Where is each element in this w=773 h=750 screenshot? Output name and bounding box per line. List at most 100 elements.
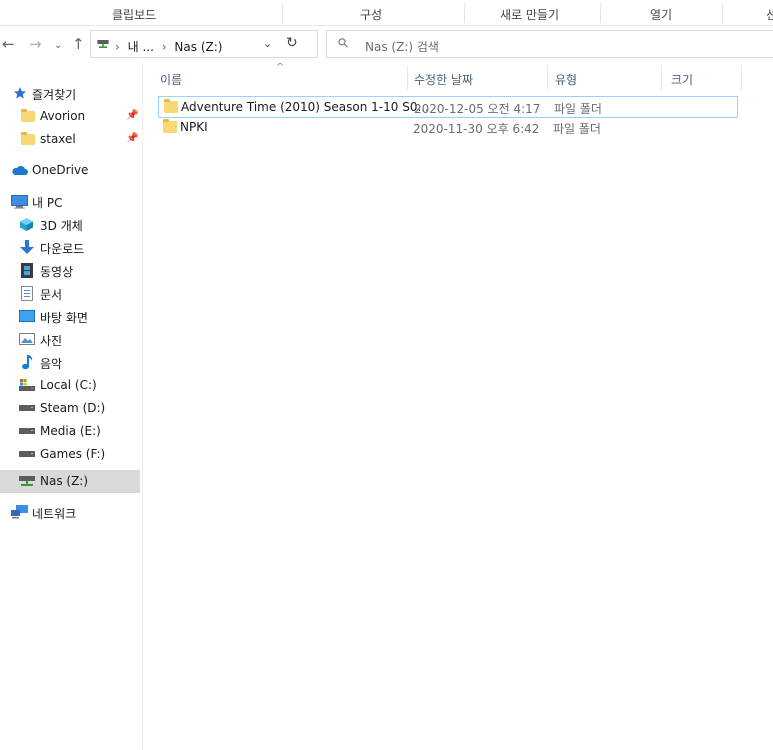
- cube-icon: [20, 218, 33, 231]
- pin-icon[interactable]: 📌: [126, 110, 138, 121]
- nav-label-videos: 동영상: [40, 265, 74, 279]
- nav-item-onedrive[interactable]: OneDrive: [0, 159, 140, 182]
- refresh-icon[interactable]: ↻: [286, 35, 298, 51]
- nav-item-avorion[interactable]: Avorion 📌: [0, 105, 140, 128]
- ribbon-separator: [464, 3, 465, 23]
- nav-item-staxel[interactable]: staxel 📌: [0, 128, 140, 151]
- column-header-modified[interactable]: 수정한 날짜: [414, 71, 473, 88]
- download-arrow-icon: [20, 240, 34, 254]
- nav-item-documents[interactable]: 문서: [0, 282, 140, 305]
- nav-label-quick-access: 즐겨찾기: [32, 88, 77, 102]
- folder-icon: [164, 99, 178, 113]
- nav-item-downloads[interactable]: 다운로드: [0, 236, 140, 259]
- network-drive-icon: [97, 40, 109, 48]
- nav-label-this-pc: 내 PC: [32, 196, 63, 210]
- computer-icon: [11, 195, 28, 209]
- nav-label-staxel: staxel: [40, 132, 76, 146]
- nav-label-onedrive: OneDrive: [32, 163, 89, 177]
- file-type: 파일 폴더: [554, 102, 602, 116]
- ribbon-bar: 클립보드 구성 새로 만들기 열기 선택: [0, 0, 773, 26]
- nav-item-pictures[interactable]: 사진: [0, 328, 140, 351]
- nav-label-pictures: 사진: [40, 334, 63, 348]
- ribbon-group-select[interactable]: 선택: [766, 6, 773, 23]
- pin-icon[interactable]: 📌: [126, 133, 138, 144]
- column-separator[interactable]: [547, 66, 548, 90]
- nav-label-documents: 문서: [40, 288, 63, 302]
- nav-item-videos[interactable]: 동영상: [0, 259, 140, 282]
- column-separator[interactable]: [407, 66, 408, 90]
- nav-item-local-c[interactable]: Local (C:): [0, 374, 140, 397]
- folder-icon: [21, 132, 35, 145]
- forward-arrow-icon[interactable]: →: [29, 35, 42, 53]
- file-list: ^ 이름 수정한 날짜 유형 크기 Adventure Time (2010) …: [143, 62, 773, 750]
- ribbon-group-clipboard[interactable]: 클립보드: [112, 6, 156, 23]
- file-name: Adventure Time (2010) Season 1-10 S0...: [181, 100, 429, 114]
- navigation-bar: ← → ⌄ ↑ › 내 ... › Nas (Z:) ⌄ ↻ ⚲ Nas (Z:…: [0, 26, 773, 62]
- ribbon-group-new[interactable]: 새로 만들기: [500, 6, 559, 23]
- nav-item-desktop[interactable]: 바탕 화면: [0, 305, 140, 328]
- column-separator[interactable]: [661, 66, 662, 90]
- nav-item-quick-access[interactable]: 즐겨찾기: [0, 82, 140, 105]
- column-header-size[interactable]: 크기: [671, 71, 693, 88]
- address-bar[interactable]: › 내 ... › Nas (Z:) ⌄: [90, 30, 318, 58]
- nav-label-downloads: 다운로드: [40, 242, 85, 256]
- search-box[interactable]: ⚲ Nas (Z:) 검색: [326, 30, 773, 58]
- nav-item-games-f[interactable]: Games (F:): [0, 443, 140, 466]
- breadcrumb-separator-icon[interactable]: ›: [162, 40, 167, 54]
- ribbon-separator: [600, 3, 601, 23]
- navigation-pane: 즐겨찾기 Avorion 📌 staxel 📌 OneDrive 내 PC 3D…: [0, 62, 143, 750]
- ribbon-separator: [282, 3, 283, 23]
- nav-label-desktop: 바탕 화면: [40, 311, 88, 325]
- recent-locations-chevron-icon[interactable]: ⌄: [54, 37, 62, 55]
- nav-item-network[interactable]: 네트워크: [0, 501, 140, 524]
- address-history-chevron-icon[interactable]: ⌄: [263, 37, 272, 50]
- file-modified: 2020-12-05 오전 4:17: [414, 102, 541, 116]
- file-row[interactable]: NPKI 2020-11-30 오후 6:42 파일 폴더: [158, 117, 738, 139]
- folder-icon: [163, 119, 177, 133]
- picture-icon: [19, 333, 35, 345]
- file-type: 파일 폴더: [553, 122, 601, 136]
- column-header-type[interactable]: 유형: [555, 71, 577, 88]
- nav-label-games-f: Games (F:): [40, 447, 106, 461]
- nav-item-nas-z[interactable]: Nas (Z:): [0, 470, 140, 493]
- nav-label-music: 음악: [40, 357, 63, 371]
- hard-drive-icon: [19, 451, 35, 457]
- file-row[interactable]: Adventure Time (2010) Season 1-10 S0... …: [158, 96, 738, 118]
- column-separator[interactable]: [741, 66, 742, 90]
- breadcrumb-separator-icon[interactable]: ›: [115, 40, 120, 54]
- nav-item-this-pc[interactable]: 내 PC: [0, 190, 140, 213]
- nav-label-3d-objects: 3D 개체: [40, 219, 83, 233]
- cloud-icon: [12, 165, 28, 175]
- search-icon: ⚲: [335, 34, 353, 53]
- folder-icon: [21, 109, 35, 122]
- sort-ascending-caret-icon: ^: [276, 62, 285, 73]
- ribbon-group-organize[interactable]: 구성: [360, 6, 382, 23]
- star-icon: [14, 87, 26, 99]
- back-arrow-icon[interactable]: ←: [2, 35, 15, 53]
- nav-label-network: 네트워크: [32, 507, 77, 521]
- breadcrumb: › 내 ... › Nas (Z:): [115, 38, 226, 55]
- search-placeholder: Nas (Z:) 검색: [365, 40, 439, 54]
- network-icon: [11, 505, 28, 519]
- breadcrumb-item-this-pc[interactable]: 내 ...: [128, 40, 154, 54]
- nav-item-music[interactable]: 음악: [0, 351, 140, 374]
- network-drive-icon: [19, 476, 35, 486]
- breadcrumb-item-current[interactable]: Nas (Z:): [174, 40, 222, 54]
- hard-drive-icon: [19, 405, 35, 411]
- nav-item-steam-d[interactable]: Steam (D:): [0, 397, 140, 420]
- nav-label-nas-z: Nas (Z:): [40, 474, 89, 488]
- nav-label-media-e: Media (E:): [40, 424, 101, 438]
- film-icon: [21, 263, 33, 278]
- column-header-name[interactable]: 이름: [160, 71, 182, 88]
- nav-item-media-e[interactable]: Media (E:): [0, 420, 140, 443]
- up-arrow-icon[interactable]: ↑: [72, 35, 85, 53]
- ribbon-group-open[interactable]: 열기: [650, 6, 672, 23]
- file-name: NPKI: [180, 120, 208, 134]
- system-drive-icon: [19, 379, 35, 391]
- desktop-icon: [19, 310, 35, 322]
- hard-drive-icon: [19, 428, 35, 434]
- nav-label-steam-d: Steam (D:): [40, 401, 106, 415]
- music-note-icon: [22, 355, 33, 370]
- nav-item-3d-objects[interactable]: 3D 개체: [0, 213, 140, 236]
- document-icon: [21, 286, 33, 301]
